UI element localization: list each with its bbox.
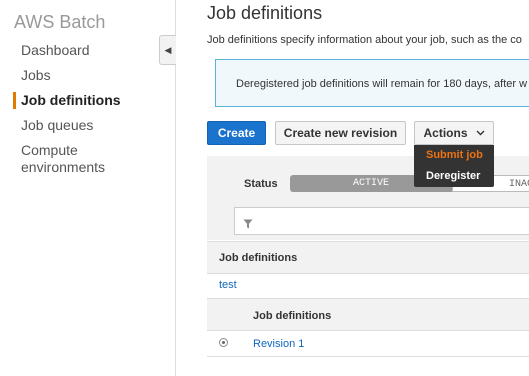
sidebar-nav: Dashboard Jobs Job definitions Job queue… [0, 42, 175, 184]
page-title: Job definitions [207, 3, 323, 23]
sidebar-item-dashboard[interactable]: Dashboard [0, 42, 175, 59]
actions-button[interactable]: Actions [414, 121, 494, 145]
info-banner: Deregistered job definitions will remain… [215, 59, 529, 107]
sidebar-item-compute-environments[interactable]: Compute environments [0, 142, 175, 176]
table-row: Revision 1 [207, 331, 529, 357]
sidebar-collapse-button[interactable]: ◀ [159, 35, 176, 65]
chevron-down-icon [476, 128, 485, 138]
menu-item-deregister[interactable]: Deregister [414, 166, 494, 187]
info-text: Deregistered job definitions will remain… [236, 78, 528, 90]
revisions-header: Job definitions [207, 298, 529, 331]
revisions-header-label: Job definitions [253, 310, 332, 322]
sidebar: AWS Batch Dashboard Jobs Job definitions… [0, 0, 176, 376]
filter-input[interactable] [234, 207, 529, 235]
main-content: Job definitions Job definitions specify … [176, 0, 529, 376]
filter-icon [243, 216, 253, 234]
table-header: Job definitions [207, 241, 529, 274]
sidebar-item-jobs[interactable]: Jobs [0, 67, 175, 84]
sidebar-item-job-queues[interactable]: Job queues [0, 117, 175, 134]
actions-label: Actions [423, 126, 468, 140]
actions-menu: Submit job Deregister [414, 145, 494, 187]
revision-link[interactable]: Revision 1 [253, 338, 304, 350]
brand-title: AWS Batch [14, 12, 106, 32]
revision-radio[interactable] [219, 338, 228, 347]
menu-item-submit-job[interactable]: Submit job [414, 145, 494, 166]
page-description: Job definitions specify information abou… [207, 34, 522, 46]
status-label: Status [244, 178, 278, 190]
job-definition-link[interactable]: test [219, 279, 237, 291]
table-header-label: Job definitions [219, 252, 298, 264]
create-new-revision-button[interactable]: Create new revision [275, 121, 406, 145]
create-button[interactable]: Create [207, 121, 266, 145]
caret-left-icon: ◀ [164, 44, 172, 55]
sidebar-item-job-definitions[interactable]: Job definitions [0, 92, 175, 109]
